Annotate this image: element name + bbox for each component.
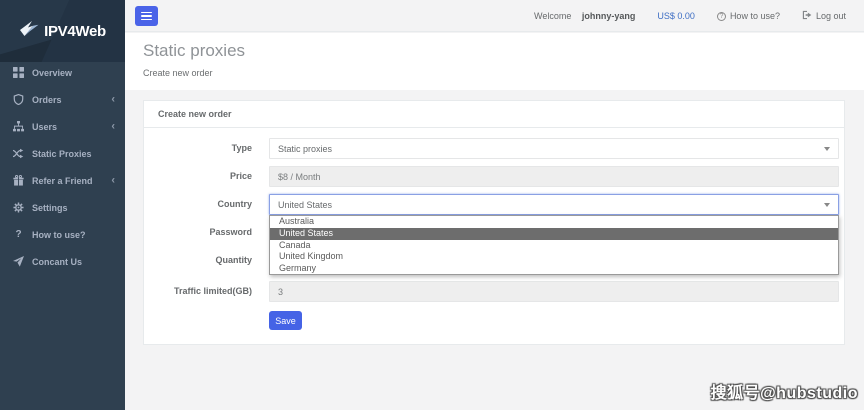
country-label: Country (144, 194, 252, 215)
sidebar-item-concant-us[interactable]: Concant Us (0, 248, 125, 275)
country-option[interactable]: Germany (270, 263, 838, 275)
question-icon (13, 229, 24, 240)
page-title: Static proxies (143, 41, 245, 61)
sitemap-icon (13, 121, 24, 132)
breadcrumb: Create new order (143, 68, 213, 78)
gift-icon (13, 175, 24, 186)
topbar-right: Welcome johnny-yang US$ 0.00 How to use?… (512, 0, 846, 32)
username: johnny-yang (582, 11, 636, 21)
price-value: $8 / Month (278, 172, 321, 182)
welcome-prefix: Welcome (534, 11, 571, 21)
panel-title: Create new order (144, 101, 844, 128)
bird-icon (19, 21, 40, 42)
sidebar-menu: Overview Orders ‹ (0, 59, 125, 275)
sidebar-item-label: Concant Us (32, 257, 82, 267)
country-option[interactable]: Australia (270, 216, 838, 228)
sidebar-item-orders[interactable]: Orders ‹ (0, 86, 125, 113)
price-label: Price (144, 166, 252, 187)
sidebar-toggle-button[interactable] (135, 6, 158, 26)
sidebar-item-settings[interactable]: Settings (0, 194, 125, 221)
welcome-text: Welcome johnny-yang (534, 11, 635, 21)
how-to-use-link[interactable]: How to use? (717, 11, 780, 21)
country-select[interactable]: United States (269, 194, 839, 215)
type-select[interactable]: Static proxies (269, 138, 839, 159)
traffic-limited-field: 3 (269, 281, 839, 302)
country-option[interactable]: Canada (270, 240, 838, 252)
sidebar-item-how-to-use[interactable]: How to use? (0, 221, 125, 248)
sidebar-item-label: Users (32, 122, 57, 132)
sidebar-item-label: How to use? (32, 230, 86, 240)
country-option[interactable]: United Kingdom (270, 251, 838, 263)
traffic-limited-label: Traffic limited(GB) (144, 281, 252, 302)
save-button[interactable]: Save (269, 311, 302, 330)
sidebar-item-label: Overview (32, 68, 72, 78)
app-window: IPV4Web Overview Orders (0, 0, 864, 410)
logout-link[interactable]: Log out (802, 10, 846, 22)
question-circle-icon (717, 12, 726, 21)
chevron-down-icon (824, 203, 830, 207)
sidebar-item-label: Static Proxies (32, 149, 92, 159)
country-dropdown-list: Australia United States Canada United Ki… (269, 215, 839, 275)
country-option-selected[interactable]: United States (270, 228, 838, 240)
chevron-left-icon: ‹ (111, 121, 115, 132)
sidebar-item-refer-a-friend[interactable]: Refer a Friend ‹ (0, 167, 125, 194)
logout-label: Log out (816, 11, 846, 21)
country-value: United States (278, 200, 332, 210)
brand-logo[interactable]: IPV4Web (0, 0, 125, 62)
watermark-text: 搜狐号@hubstudio (711, 379, 858, 403)
sidebar-item-overview[interactable]: Overview (0, 59, 125, 86)
chevron-left-icon: ‹ (111, 175, 115, 186)
sidebar-item-label: Orders (32, 95, 62, 105)
sidebar-item-static-proxies[interactable]: Static Proxies (0, 140, 125, 167)
brand-name: IPV4Web (44, 23, 106, 40)
sidebar: IPV4Web Overview Orders (0, 0, 125, 410)
paper-plane-icon (13, 256, 24, 267)
sidebar-item-label: Refer a Friend (32, 176, 93, 186)
password-label: Password (144, 222, 252, 243)
price-field: $8 / Month (269, 166, 839, 187)
sidebar-item-users[interactable]: Users ‹ (0, 113, 125, 140)
traffic-limited-value: 3 (278, 287, 283, 297)
how-to-use-label: How to use? (730, 11, 780, 21)
shuffle-icon (13, 148, 24, 159)
type-label: Type (144, 138, 252, 159)
balance-link[interactable]: US$ 0.00 (657, 11, 695, 21)
type-value: Static proxies (278, 144, 332, 154)
chevron-left-icon: ‹ (111, 94, 115, 105)
page-heading: Static proxies Create new order (125, 33, 864, 90)
sidebar-item-label: Settings (32, 203, 68, 213)
grid-icon (13, 67, 24, 78)
chevron-down-icon (824, 147, 830, 151)
top-navbar: Welcome johnny-yang US$ 0.00 How to use?… (125, 0, 864, 32)
gear-icon (13, 202, 24, 213)
shield-icon (13, 94, 24, 105)
quantity-label: Quantity (144, 250, 252, 271)
sign-out-icon (802, 10, 812, 22)
create-order-panel: Create new order Type Static proxies Pri… (143, 100, 845, 345)
